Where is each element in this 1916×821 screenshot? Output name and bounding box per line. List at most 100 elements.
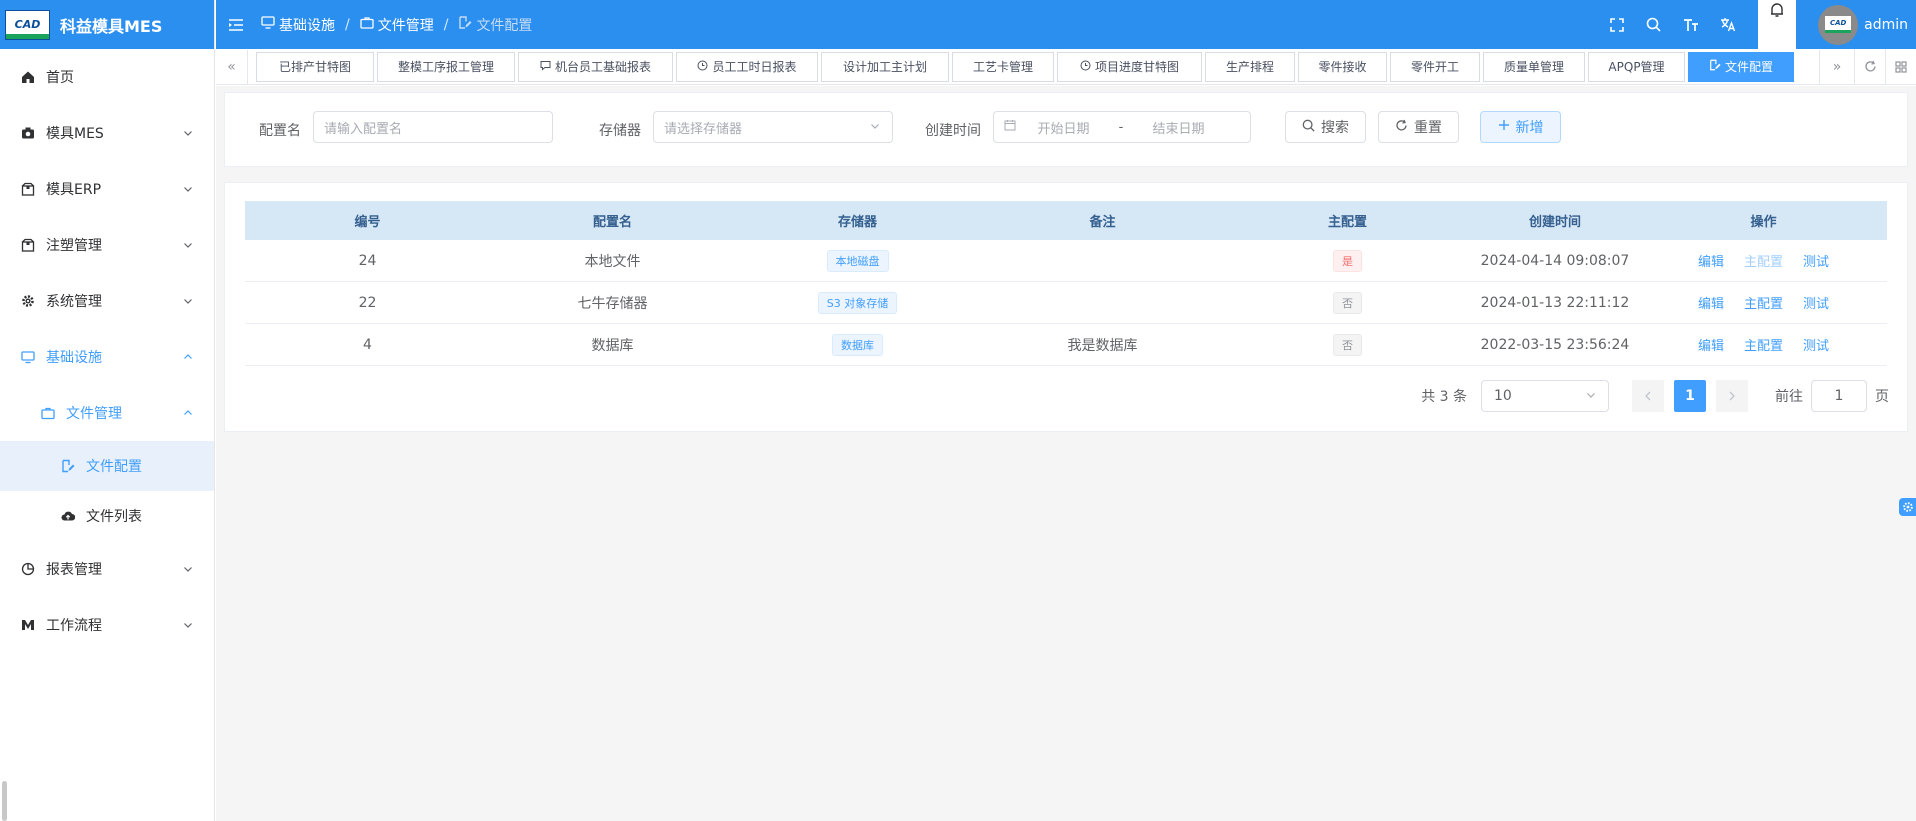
tab-design-master-plan[interactable]: 设计加工主计划: [821, 51, 949, 82]
start-date-input[interactable]: 开始日期: [1016, 118, 1111, 137]
page-number[interactable]: 1: [1674, 380, 1706, 412]
chevron-down-icon: [182, 619, 194, 631]
breadcrumb-separator: /: [443, 16, 449, 33]
tab-quality-order[interactable]: 质量单管理: [1483, 51, 1585, 82]
cell-created-time: 2022-03-15 23:56:24: [1480, 336, 1630, 353]
sidebar-item-file-management[interactable]: 文件管理: [0, 385, 214, 441]
sidebar-item-system[interactable]: 系统管理: [0, 273, 214, 329]
set-master-link[interactable]: 主配置: [1744, 293, 1783, 312]
bell-icon[interactable]: [1758, 0, 1797, 49]
tab-apqp[interactable]: APQP管理: [1588, 51, 1685, 82]
search-button[interactable]: 搜索: [1285, 111, 1366, 143]
set-master-link[interactable]: 主配置: [1744, 251, 1783, 270]
app-title: 科益模具MES: [60, 16, 163, 36]
user-menu[interactable]: CAD admin: [1818, 4, 1916, 45]
table-row: 22 七牛存储器 S3 对象存储 否 2024-01-13 22:11:12 编…: [245, 282, 1887, 324]
column-header: 主配置: [1327, 215, 1367, 230]
end-date-input[interactable]: 结束日期: [1131, 118, 1226, 137]
workflow-icon: [20, 617, 36, 633]
font-size-icon[interactable]: [1672, 0, 1709, 49]
test-link[interactable]: 测试: [1803, 335, 1829, 354]
breadcrumb-item[interactable]: 基础设施: [261, 15, 335, 35]
tab-scroll-right-icon[interactable]: »: [1819, 49, 1854, 84]
edit-link[interactable]: 编辑: [1698, 251, 1724, 270]
sidebar-item-home[interactable]: 首页: [0, 49, 214, 105]
config-name-input[interactable]: 请输入配置名: [313, 111, 553, 143]
row-actions: 编辑 主配置 测试: [1640, 335, 1887, 354]
storage-tag: S3 对象存储: [817, 291, 898, 314]
cell-created-time: 2024-01-13 22:11:12: [1480, 294, 1630, 311]
sidebar-item-label: 首页: [46, 70, 74, 86]
sidebar-item-label: 文件管理: [66, 406, 122, 422]
test-link[interactable]: 测试: [1803, 251, 1829, 270]
cloud-upload-icon: [60, 508, 76, 524]
add-button[interactable]: 新增: [1480, 111, 1561, 143]
set-master-link[interactable]: 主配置: [1744, 335, 1783, 354]
sidebar-scrollbar[interactable]: [2, 781, 7, 821]
box-icon: [20, 237, 36, 253]
refresh-icon[interactable]: [1854, 48, 1885, 85]
edit-link[interactable]: 编辑: [1698, 335, 1724, 354]
page-size-select[interactable]: 10: [1481, 380, 1609, 412]
tab-part-start[interactable]: 零件开工: [1390, 51, 1480, 82]
sidebar-item-label: 模具ERP: [46, 182, 102, 198]
briefcase-icon: [40, 405, 56, 421]
tab-staff-hours-daily[interactable]: 员工工时日报表: [676, 51, 818, 82]
page-jump-input[interactable]: 1: [1811, 380, 1867, 412]
sidebar-item-mold-erp[interactable]: 模具ERP: [0, 161, 214, 217]
chat-icon: [540, 60, 551, 74]
tab-mold-process-report[interactable]: 整模工序报工管理: [377, 51, 515, 82]
hamburger-icon[interactable]: [216, 0, 256, 49]
tab-process-card[interactable]: 工艺卡管理: [952, 51, 1054, 82]
storage-tag: 数据库: [832, 333, 883, 356]
tab-scroll-left-icon[interactable]: «: [216, 49, 248, 84]
chevron-down-icon: [182, 127, 194, 139]
storage-select[interactable]: 请选择存储器: [653, 111, 893, 143]
header-tools: CAD admin: [1598, 0, 1916, 49]
tab-production-schedule[interactable]: 生产排程: [1205, 51, 1295, 82]
chevron-down-icon: [182, 239, 194, 251]
edit-link[interactable]: 编辑: [1698, 293, 1724, 312]
sidebar-item-file-list[interactable]: 文件列表: [0, 491, 214, 541]
tab-scheduled-gantt[interactable]: 已排产甘特图: [256, 51, 374, 82]
sidebar-item-label: 注塑管理: [46, 238, 102, 254]
tab-machine-staff-report[interactable]: 机台员工基础报表: [518, 51, 673, 82]
test-link[interactable]: 测试: [1803, 293, 1829, 312]
master-tag: 否: [1333, 291, 1362, 314]
tab-part-receive[interactable]: 零件接收: [1298, 51, 1387, 82]
tab-project-gantt[interactable]: 项目进度甘特图: [1057, 51, 1202, 82]
sidebar-item-reports[interactable]: 报表管理: [0, 541, 214, 597]
fullscreen-icon[interactable]: [1598, 0, 1635, 49]
row-actions: 编辑 主配置 测试: [1640, 293, 1887, 312]
translate-icon[interactable]: [1709, 0, 1746, 49]
app-logo: CAD: [5, 9, 50, 40]
main-content: 配置名 请输入配置名 存储器 请选择存储器 创建时间 开始日期 - 结束日期 搜…: [216, 86, 1916, 821]
cell-id: 4: [363, 336, 372, 353]
breadcrumb-item[interactable]: 文件管理: [360, 15, 434, 35]
sidebar-item-injection[interactable]: 注塑管理: [0, 217, 214, 273]
column-header: 编号: [354, 215, 381, 230]
table-row: 24 本地文件 本地磁盘 是 2024-04-14 09:08:07 编辑 主配…: [245, 240, 1887, 282]
cell-id: 22: [358, 294, 377, 311]
next-page-button[interactable]: [1716, 380, 1748, 412]
sidebar-item-label: 模具MES: [46, 126, 104, 142]
date-range-picker[interactable]: 开始日期 - 结束日期: [993, 111, 1251, 143]
clock-icon: [1080, 60, 1091, 74]
sidebar-item-mold-mes[interactable]: 模具MES: [0, 105, 214, 161]
pagination-total: 共 3 条: [1421, 389, 1467, 405]
edit-icon: [60, 458, 76, 474]
settings-gear-icon[interactable]: [1899, 498, 1916, 516]
grid-menu-icon[interactable]: [1885, 48, 1916, 85]
sidebar-item-workflow[interactable]: 工作流程: [0, 597, 214, 653]
sidebar-item-label: 文件列表: [86, 509, 142, 525]
search-icon[interactable]: [1635, 0, 1672, 49]
sidebar-item-file-config[interactable]: 文件配置: [0, 441, 214, 491]
column-header: 配置名: [592, 215, 632, 230]
prev-page-button[interactable]: [1632, 380, 1664, 412]
reset-button[interactable]: 重置: [1378, 111, 1459, 143]
table-row: 4 数据库 数据库 我是数据库 否 2022-03-15 23:56:24 编辑…: [245, 324, 1887, 366]
home-icon: [20, 69, 36, 85]
sidebar-item-infrastructure[interactable]: 基础设施: [0, 329, 214, 385]
column-header: 备注: [1089, 215, 1116, 230]
tab-file-config[interactable]: 文件配置: [1688, 51, 1794, 82]
